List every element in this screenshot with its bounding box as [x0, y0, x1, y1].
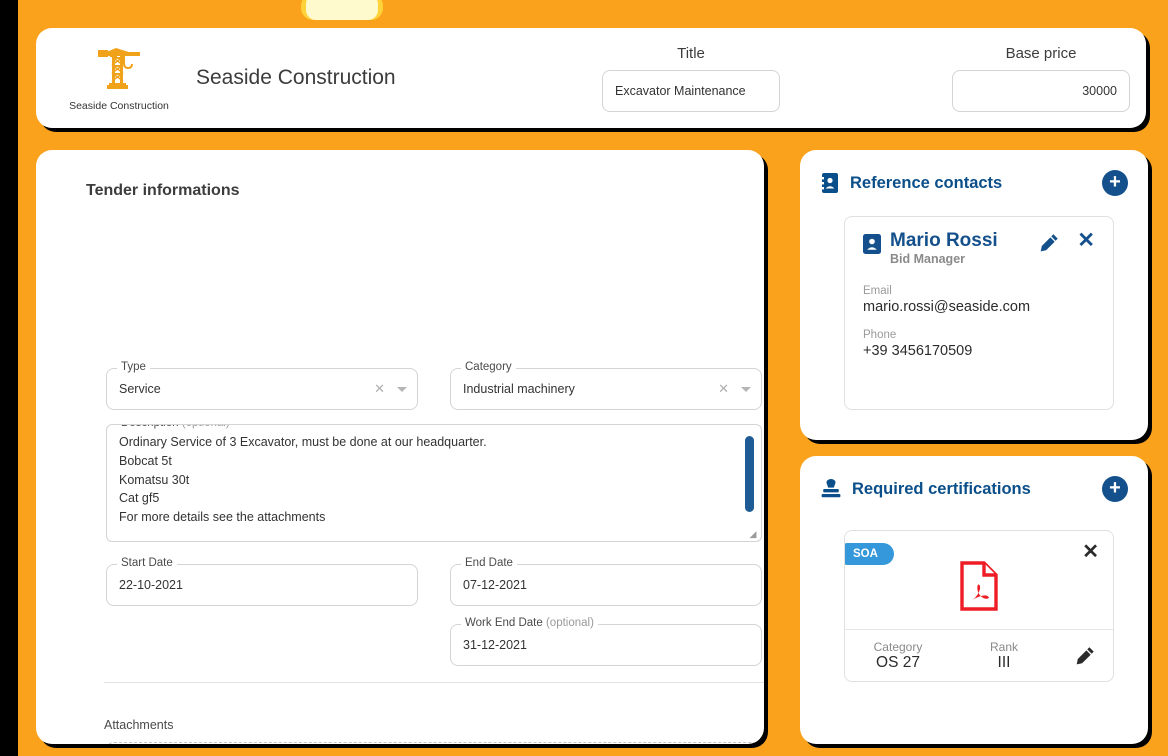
end-date-value: 07-12-2021 — [463, 578, 527, 592]
type-label: Type — [117, 361, 150, 373]
close-icon[interactable]: ✕ — [1082, 539, 1099, 564]
category-label: Category — [461, 361, 516, 373]
contact-name: Mario Rossi — [890, 230, 998, 251]
pencil-icon[interactable] — [1040, 233, 1059, 257]
stamp-icon — [820, 478, 842, 500]
header-card: Seaside Construction Seaside Constructio… — [36, 28, 1146, 128]
title-label: Title — [677, 44, 705, 62]
description-line: Ordinary Service of 3 Excavator, must be… — [119, 435, 487, 449]
title-field-group: Title Excavator Maintenance — [566, 28, 816, 128]
title-input[interactable]: Excavator Maintenance — [602, 69, 780, 112]
category-value: Industrial machinery — [463, 382, 575, 396]
section-divider — [104, 682, 764, 683]
plus-icon: + — [1109, 171, 1121, 193]
certification-category: Category OS 27 — [845, 640, 951, 672]
description-optional: (optional) — [182, 425, 230, 429]
end-date-label: End Date — [461, 557, 517, 569]
attachments-label: Attachments — [104, 718, 174, 732]
price-field-group: Base price 30000 — [916, 28, 1166, 128]
id-badge-icon — [863, 233, 881, 260]
chevron-down-icon[interactable] — [741, 386, 751, 392]
work-end-date-label: Work End Date — [465, 617, 543, 629]
page-title: Tender informations — [86, 182, 240, 199]
company-name: Seaside Construction — [196, 66, 396, 89]
phone-label: Phone — [863, 329, 897, 341]
tender-informations-card: Tender informations Type Service ✕ Categ… — [36, 150, 764, 744]
email-label: Email — [863, 285, 892, 297]
required-certifications-title: Required certifications — [852, 479, 1031, 498]
category-select[interactable]: Category Industrial machinery ✕ — [450, 361, 762, 410]
rank-label: Rank — [989, 639, 1018, 654]
certification-item[interactable]: SOA ✕ Category OS 27 Rank III — [844, 530, 1114, 682]
resize-handle-icon[interactable]: ◢ — [747, 528, 759, 540]
description-line: For more details see the attachments — [119, 510, 326, 525]
clear-icon[interactable]: ✕ — [718, 381, 729, 397]
top-tab — [306, 0, 378, 20]
description-scrollbar-thumb[interactable] — [745, 436, 754, 512]
certification-rank: Rank III — [951, 640, 1057, 672]
chevron-down-icon[interactable] — [397, 386, 407, 392]
start-date-input[interactable]: Start Date 22-10-2021 — [106, 557, 418, 606]
status-badge: SOA — [845, 543, 894, 565]
description-label: Description — [121, 425, 179, 429]
base-price-input[interactable]: 30000 — [952, 69, 1130, 112]
clear-icon[interactable]: ✕ — [374, 381, 385, 397]
category-value: OS 27 — [876, 653, 920, 671]
pdf-icon[interactable] — [958, 561, 1000, 616]
description-line: Cat gf5 — [119, 491, 160, 506]
add-contact-button[interactable]: + — [1102, 170, 1128, 196]
contact-item[interactable]: Mario Rossi Bid Manager ✕ Email mario.ro… — [844, 216, 1114, 410]
company-logo: Seaside Construction — [64, 45, 174, 112]
phone-value: +39 3456170509 — [863, 343, 973, 359]
pencil-icon[interactable] — [1057, 646, 1113, 665]
logo-caption: Seaside Construction — [69, 99, 169, 112]
work-end-date-value: 31-12-2021 — [463, 638, 527, 652]
description-line: Bobcat 5t — [119, 453, 172, 468]
contact-phone: Phone +39 3456170509 — [863, 329, 1095, 359]
type-value: Service — [119, 382, 161, 396]
contact-email: Email mario.rossi@seaside.com — [863, 285, 1095, 315]
description-content: Ordinary Service of 3 Excavator, must be… — [119, 433, 727, 527]
work-end-date-optional: (optional) — [545, 617, 594, 629]
contact-card-icon — [820, 172, 840, 194]
work-end-date-input[interactable]: Work End Date (optional) 31-12-2021 — [450, 617, 762, 666]
crane-icon — [92, 45, 146, 98]
start-date-value: 22-10-2021 — [119, 578, 183, 592]
attachments-dropzone[interactable]: Requirements.pdf 4.9 KB Techical_details — [104, 742, 762, 744]
close-icon[interactable]: ✕ — [1077, 230, 1095, 251]
category-label: Category — [873, 639, 923, 654]
plus-icon: + — [1109, 477, 1121, 499]
price-label: Base price — [1005, 44, 1077, 62]
rank-value: III — [997, 653, 1011, 671]
start-date-label: Start Date — [117, 557, 177, 569]
email-value: mario.rossi@seaside.com — [863, 299, 1031, 315]
contact-role: Bid Manager — [890, 252, 966, 266]
reference-contacts-title: Reference contacts — [850, 173, 1003, 192]
description-line: Komatsu 30t — [119, 472, 190, 487]
type-select[interactable]: Type Service ✕ — [106, 361, 418, 410]
add-certification-button[interactable]: + — [1102, 476, 1128, 502]
description-textarea[interactable]: Description (optional) Ordinary Service … — [106, 424, 762, 542]
end-date-input[interactable]: End Date 07-12-2021 — [450, 557, 762, 606]
